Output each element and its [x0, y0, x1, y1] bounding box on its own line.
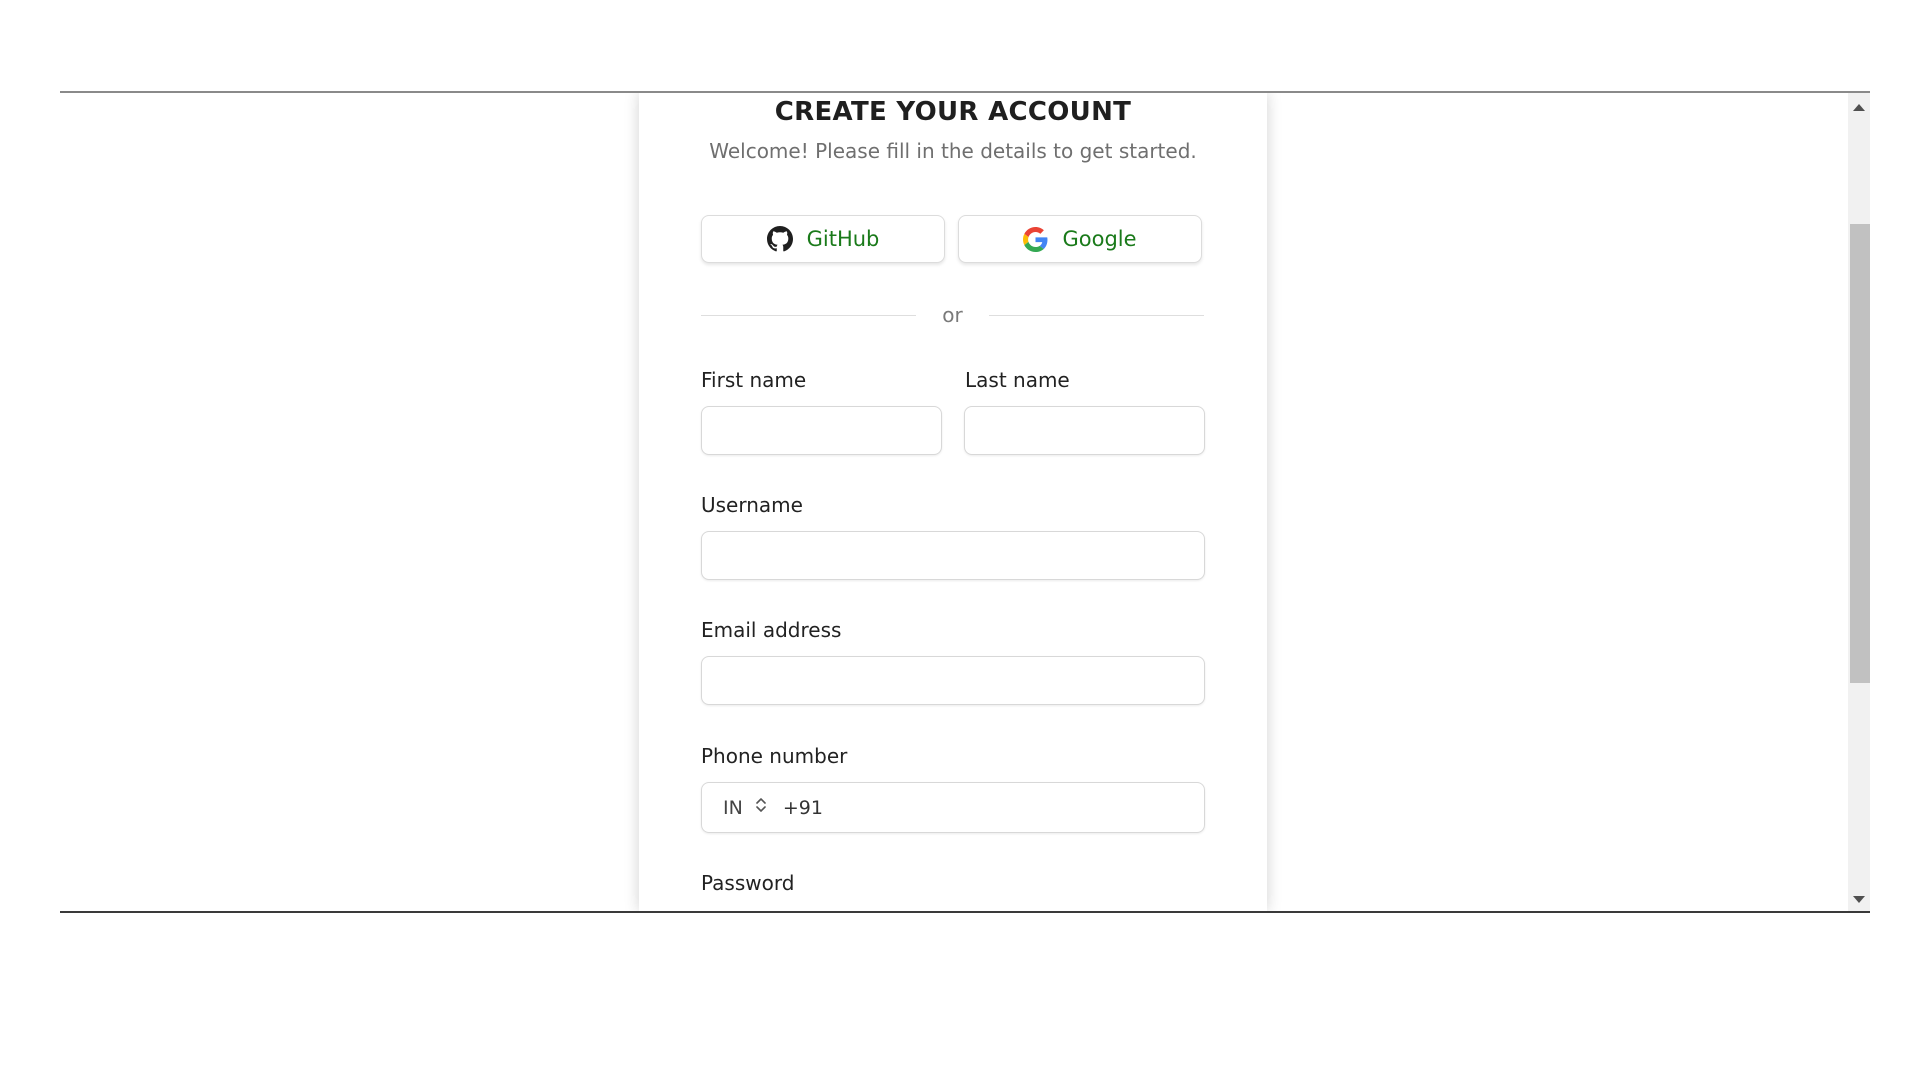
email-label: Email address	[701, 618, 842, 642]
page-subtitle: Welcome! Please fill in the details to g…	[709, 139, 1197, 163]
email-input[interactable]	[701, 656, 1205, 705]
country-select[interactable]: IN	[723, 796, 767, 819]
phone-field[interactable]: IN +91	[701, 782, 1205, 833]
scrollbar-thumb[interactable]	[1850, 224, 1870, 683]
google-icon	[1023, 226, 1048, 252]
last-name-label: Last name	[965, 368, 1070, 392]
signup-card: CREATE YOUR ACCOUNT Welcome! Please fill…	[639, 93, 1267, 911]
or-divider: or	[701, 303, 1204, 327]
embedded-frame: CREATE YOUR ACCOUNT Welcome! Please fill…	[60, 91, 1870, 913]
scroll-up-arrow-icon[interactable]	[1853, 104, 1865, 111]
first-name-input[interactable]	[701, 406, 942, 455]
country-code: IN	[723, 796, 743, 819]
page-title: CREATE YOUR ACCOUNT	[774, 97, 1132, 127]
username-label: Username	[701, 493, 803, 517]
github-button-label: GitHub	[806, 227, 880, 251]
google-button[interactable]: Google	[958, 215, 1202, 263]
scrollbar[interactable]	[1848, 93, 1870, 911]
github-button[interactable]: GitHub	[701, 215, 945, 263]
google-button-label: Google	[1062, 227, 1137, 251]
chevron-up-down-icon	[755, 796, 767, 819]
github-icon	[766, 226, 793, 252]
username-input[interactable]	[701, 531, 1205, 580]
scroll-down-arrow-icon[interactable]	[1853, 896, 1865, 903]
last-name-input[interactable]	[964, 406, 1205, 455]
divider-line-right	[989, 315, 1204, 316]
first-name-label: First name	[701, 368, 807, 392]
dial-code: +91	[782, 796, 823, 819]
phone-label: Phone number	[701, 744, 848, 768]
password-label: Password	[701, 871, 795, 895]
